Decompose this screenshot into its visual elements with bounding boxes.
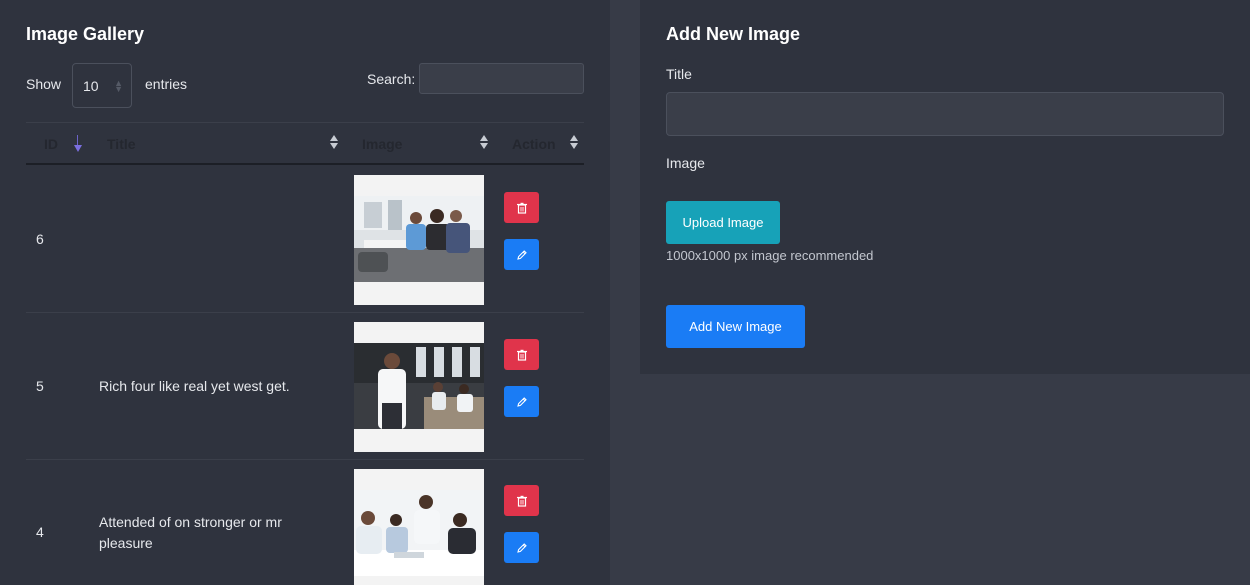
title-input[interactable]	[666, 92, 1224, 136]
row-id: 5	[36, 378, 44, 394]
table-row: 6	[26, 166, 584, 313]
search-input[interactable]	[419, 63, 584, 94]
edit-button[interactable]	[504, 386, 539, 417]
image-size-hint: 1000x1000 px image recommended	[666, 248, 874, 263]
edit-button[interactable]	[504, 532, 539, 563]
entries-select[interactable]: 10 ▲ ▼	[72, 63, 132, 108]
column-header-image[interactable]: Image	[362, 136, 402, 152]
select-caret-icon: ▲ ▼	[114, 78, 123, 94]
sort-icon[interactable]	[480, 135, 490, 151]
image-label: Image	[666, 155, 705, 171]
trash-icon	[516, 349, 527, 361]
entries-label: entries	[145, 76, 188, 92]
row-id: 6	[36, 231, 44, 247]
row-title: Attended of on stronger or mr pleasure	[99, 514, 282, 551]
add-new-image-button[interactable]: Add New Image	[666, 305, 805, 348]
office-team-photo-icon	[354, 196, 484, 282]
delete-button[interactable]	[504, 485, 539, 516]
column-header-action[interactable]: Action	[512, 136, 556, 152]
add-image-card: Add New Image Title Image Upload Image 1…	[640, 0, 1250, 374]
table-header: ID Title Image Action	[26, 122, 584, 165]
row-id: 4	[36, 524, 44, 540]
trash-icon	[516, 495, 527, 507]
show-label: Show	[26, 76, 62, 92]
table-row: 4 Attended of on stronger or mr pleasure	[26, 460, 584, 585]
sort-desc-icon[interactable]	[74, 135, 84, 153]
gallery-title: Image Gallery	[26, 24, 145, 44]
table-row: 5 Rich four like real yet west get.	[26, 313, 584, 460]
sort-icon[interactable]	[570, 135, 580, 151]
title-label: Title	[666, 66, 692, 82]
image-gallery-card: Image Gallery Show 10 ▲ ▼ entries Search:…	[0, 0, 610, 585]
pencil-icon	[516, 249, 527, 260]
upload-image-button[interactable]: Upload Image	[666, 201, 780, 244]
column-header-title[interactable]: Title	[107, 136, 136, 152]
row-thumbnail	[354, 322, 484, 452]
trash-icon	[516, 202, 527, 214]
edit-button[interactable]	[504, 239, 539, 270]
row-thumbnail	[354, 469, 484, 585]
sort-icon[interactable]	[330, 135, 340, 151]
delete-button[interactable]	[504, 339, 539, 370]
team-meeting-photo-icon	[354, 490, 484, 576]
businessman-office-photo-icon	[354, 343, 484, 429]
entries-value: 10	[83, 77, 99, 94]
row-thumbnail	[354, 175, 484, 305]
delete-button[interactable]	[504, 192, 539, 223]
pencil-icon	[516, 396, 527, 407]
pencil-icon	[516, 542, 527, 553]
search-label: Search:	[367, 71, 416, 87]
form-title: Add New Image	[666, 24, 801, 44]
column-header-id[interactable]: ID	[44, 136, 58, 152]
row-title: Rich four like real yet west get.	[99, 378, 290, 394]
